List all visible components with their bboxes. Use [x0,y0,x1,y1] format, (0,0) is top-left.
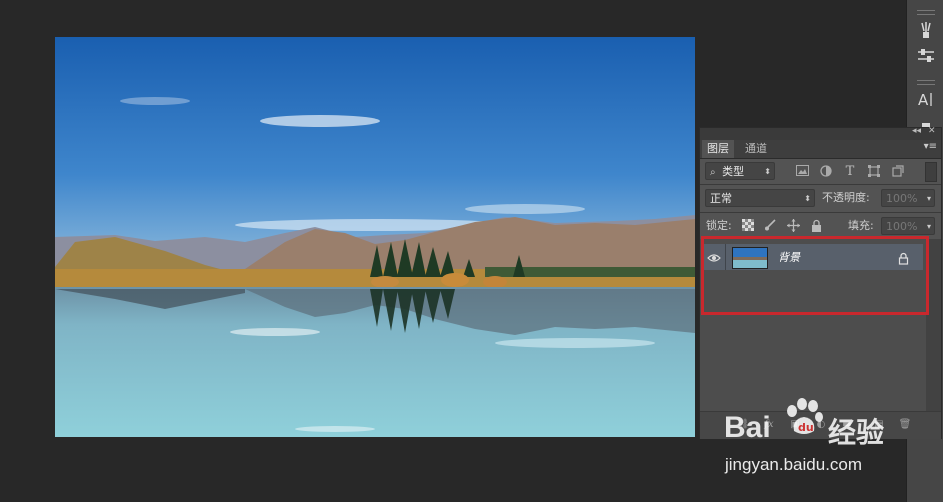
filter-pixel-icon[interactable] [795,165,809,179]
chevron-down-icon: ▾ [926,194,931,203]
baidu-jingyan-watermark: Bai du 经验 jingyan.baidu.com [722,395,937,480]
panel-grip[interactable] [917,80,935,85]
opacity-input[interactable]: 100% ▾ [881,189,935,207]
chevron-updown-icon: ⬍ [804,194,811,203]
close-icon[interactable]: ✕ [928,126,936,136]
panel-title-bar[interactable]: ◂◂ ✕ [700,126,941,140]
adjustments-icon[interactable] [915,48,937,70]
panel-grip[interactable] [917,10,935,15]
paw-logo: du [782,397,826,437]
tab-layers[interactable]: 图层 [702,140,734,158]
fill-input[interactable]: 100% ▾ [881,217,935,235]
fill-value: 100% [886,220,918,233]
landscape-image [55,37,695,437]
tab-channels[interactable]: 通道 [740,140,772,158]
opacity-label: 不透明度: [822,191,870,204]
chevron-updown-icon: ⬍ [764,167,771,176]
filter-type-icon[interactable]: T [843,165,857,179]
divider [700,212,941,213]
search-icon: ⌕ [710,167,716,178]
opacity-value: 100% [886,192,918,205]
fill-label: 填充: [848,219,874,232]
collapse-icon[interactable]: ◂◂ [912,126,921,136]
filter-adjustment-icon[interactable] [819,165,833,179]
chevron-down-icon: ▾ [926,222,931,231]
watermark-url: jingyan.baidu.com [725,455,863,474]
brush-preset-icon[interactable] [915,20,937,42]
lock-all-icon[interactable] [809,219,823,233]
blend-mode-select[interactable]: 正常 ⬍ [705,189,815,207]
lock-transparent-icon[interactable] [741,219,755,233]
character-icon[interactable]: A [915,90,937,112]
svg-text:du: du [798,421,814,434]
watermark-brand-right: 经验 [828,416,885,449]
panel-menu-icon[interactable]: ▾≡ [924,141,937,152]
divider [700,184,941,185]
filter-shape-icon[interactable] [867,165,881,179]
document-canvas[interactable] [55,37,695,437]
blend-mode-value: 正常 [710,192,732,205]
watermark-brand-left: Bai [724,411,771,444]
svg-text:A: A [918,91,929,108]
filter-smart-object-icon[interactable] [891,165,905,179]
lock-label: 锁定: [706,219,732,232]
filter-toggle[interactable] [925,162,937,182]
lock-position-move-icon[interactable] [786,219,800,233]
highlight-box [701,236,929,315]
panel-tabs: 图层 通道 ▾≡ [700,140,941,159]
filter-kind-select[interactable]: ⌕ 类型 ⬍ [705,162,775,180]
filter-kind-value: 类型 [722,165,745,178]
lock-image-brush-icon[interactable] [763,219,777,233]
